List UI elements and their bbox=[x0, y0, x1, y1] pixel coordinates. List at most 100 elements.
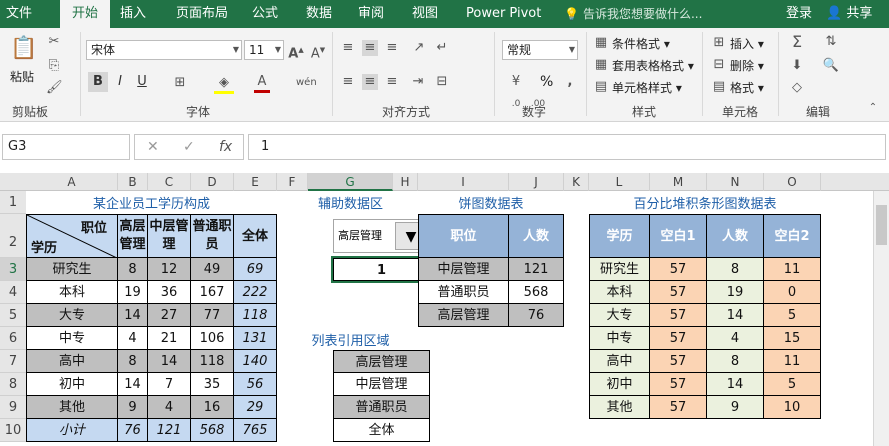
indent-icon[interactable]: ⇥ bbox=[410, 74, 426, 90]
table1-r4-c1[interactable]: 8 bbox=[118, 350, 148, 373]
table1-r6-c1[interactable]: 9 bbox=[118, 396, 148, 419]
col-header-K[interactable]: K bbox=[564, 173, 589, 191]
format-painter-icon[interactable]: 🖌 bbox=[46, 80, 63, 96]
col-header-A[interactable]: A bbox=[26, 173, 118, 191]
stack-r2-c2[interactable]: 14 bbox=[707, 304, 764, 327]
table1-r2-c0[interactable]: 大专 bbox=[26, 304, 118, 327]
stack-r0-c3[interactable]: 11 bbox=[764, 258, 821, 281]
fill-icon[interactable]: ⬇ bbox=[788, 58, 806, 74]
table1-r1-c2[interactable]: 36 bbox=[148, 281, 191, 304]
pie-r0-c1[interactable]: 121 bbox=[509, 258, 564, 281]
percent-button[interactable]: % bbox=[540, 74, 553, 90]
col-header-F[interactable]: F bbox=[277, 173, 308, 191]
align-middle-icon[interactable]: ≡ bbox=[362, 40, 378, 56]
table1-corner-header[interactable]: 职位 学历 bbox=[26, 214, 118, 258]
find-select-icon[interactable]: 🔍 bbox=[822, 58, 840, 74]
orientation-icon[interactable]: ↗ bbox=[410, 40, 428, 56]
row-header-5[interactable]: 5 bbox=[0, 304, 26, 327]
table1-r4-c2[interactable]: 14 bbox=[148, 350, 191, 373]
pie-head-0[interactable]: 职位 bbox=[418, 214, 509, 258]
wrap-text-icon[interactable]: ↵ bbox=[434, 40, 450, 56]
increase-font-icon[interactable]: A▲ bbox=[288, 42, 304, 62]
align-top-icon[interactable]: ≡ bbox=[340, 40, 356, 56]
stack-head-2[interactable]: 人数 bbox=[707, 214, 764, 258]
ribbon-tab-0[interactable]: 文件 bbox=[6, 0, 46, 28]
conditional-format-icon[interactable]: ▦ bbox=[594, 35, 608, 51]
table1-r3-c4[interactable]: 131 bbox=[234, 327, 277, 350]
ribbon-tab-1[interactable]: 开始 bbox=[60, 0, 110, 28]
border-icon[interactable]: ⊞ bbox=[172, 75, 188, 91]
stack-r0-c2[interactable]: 8 bbox=[707, 258, 764, 281]
pie-r1-c1[interactable]: 568 bbox=[509, 281, 564, 304]
table1-r1-c4[interactable]: 222 bbox=[234, 281, 277, 304]
name-box[interactable]: G3 bbox=[2, 134, 130, 160]
pie-r2-c1[interactable]: 76 bbox=[509, 304, 564, 327]
table1-r5-c0[interactable]: 初中 bbox=[26, 373, 118, 396]
ribbon-tab-2[interactable]: 插入 bbox=[120, 0, 160, 28]
table1-r6-c4[interactable]: 29 bbox=[234, 396, 277, 419]
col-header-E[interactable]: E bbox=[234, 173, 277, 191]
align-bottom-icon[interactable]: ≡ bbox=[384, 40, 400, 56]
share-button[interactable]: 👤 共享 bbox=[826, 0, 872, 28]
clear-icon[interactable]: ◇ bbox=[788, 80, 806, 96]
table1-r5-c2[interactable]: 7 bbox=[148, 373, 191, 396]
stack-r3-c2[interactable]: 4 bbox=[707, 327, 764, 350]
function-icon[interactable]: fx bbox=[219, 139, 232, 155]
stack-r6-c0[interactable]: 其他 bbox=[589, 396, 650, 419]
stack-r3-c3[interactable]: 15 bbox=[764, 327, 821, 350]
table1-col-head-2[interactable]: 普通职员 bbox=[191, 214, 234, 258]
stack-r5-c0[interactable]: 初中 bbox=[589, 373, 650, 396]
list-ref-item-3[interactable]: 全体 bbox=[333, 419, 430, 442]
stack-head-1[interactable]: 空白1 bbox=[650, 214, 707, 258]
table1-r0-c1[interactable]: 8 bbox=[118, 258, 148, 281]
table1-r2-c3[interactable]: 77 bbox=[191, 304, 234, 327]
stack-r4-c1[interactable]: 57 bbox=[650, 350, 707, 373]
stack-r4-c2[interactable]: 8 bbox=[707, 350, 764, 373]
ribbon-tab-8[interactable]: Power Pivot bbox=[466, 0, 546, 28]
table1-r0-c4[interactable]: 69 bbox=[234, 258, 277, 281]
stack-r0-c0[interactable]: 研究生 bbox=[589, 258, 650, 281]
format-as-table-button[interactable]: 套用表格格式 ▾ bbox=[612, 57, 694, 74]
stack-r3-c0[interactable]: 中专 bbox=[589, 327, 650, 350]
ribbon-tab-3[interactable]: 页面布局 bbox=[176, 0, 236, 28]
row-header-7[interactable]: 7 bbox=[0, 350, 26, 373]
table1-r2-c2[interactable]: 27 bbox=[148, 304, 191, 327]
cell-styles-icon[interactable]: ▤ bbox=[594, 79, 608, 95]
list-ref-item-0[interactable]: 高层管理 bbox=[333, 350, 430, 373]
table1-col-head-3[interactable]: 全体 bbox=[234, 214, 277, 258]
row-header-2[interactable]: 2 bbox=[0, 214, 26, 258]
ribbon-tab-5[interactable]: 数据 bbox=[306, 0, 342, 28]
table1-r4-c4[interactable]: 140 bbox=[234, 350, 277, 373]
formula-input[interactable]: 1 bbox=[248, 134, 886, 160]
row-header-1[interactable]: 1 bbox=[0, 191, 26, 214]
table1-col-head-0[interactable]: 高层管理 bbox=[118, 214, 148, 258]
stack-r3-c1[interactable]: 57 bbox=[650, 327, 707, 350]
pie-r1-c0[interactable]: 普通职员 bbox=[418, 281, 509, 304]
table1-r3-c2[interactable]: 21 bbox=[148, 327, 191, 350]
table1-total-c4[interactable]: 765 bbox=[234, 419, 277, 442]
stack-r6-c2[interactable]: 9 bbox=[707, 396, 764, 419]
row-header-6[interactable]: 6 bbox=[0, 327, 26, 350]
col-header-L[interactable]: L bbox=[589, 173, 650, 191]
table1-r5-c1[interactable]: 14 bbox=[118, 373, 148, 396]
stack-r2-c1[interactable]: 57 bbox=[650, 304, 707, 327]
table1-r5-c3[interactable]: 35 bbox=[191, 373, 234, 396]
col-header-B[interactable]: B bbox=[118, 173, 148, 191]
table1-total-c0[interactable]: 小计 bbox=[26, 419, 118, 442]
table1-r1-c1[interactable]: 19 bbox=[118, 281, 148, 304]
fill-color-icon[interactable]: ◈ bbox=[214, 75, 234, 94]
table1-r4-c3[interactable]: 118 bbox=[191, 350, 234, 373]
stack-r1-c1[interactable]: 57 bbox=[650, 281, 707, 304]
phonetic-icon[interactable]: wén bbox=[296, 75, 317, 91]
stack-r5-c2[interactable]: 14 bbox=[707, 373, 764, 396]
insert-cells-button[interactable]: 插入 ▾ bbox=[730, 35, 764, 52]
paste-icon[interactable]: 📋 bbox=[10, 34, 37, 64]
font-name-select[interactable]: 宋体 ▼ bbox=[86, 40, 242, 60]
copy-icon[interactable]: ⎘ bbox=[46, 58, 62, 74]
list-ref-item-2[interactable]: 普通职员 bbox=[333, 396, 430, 419]
table1-r3-c1[interactable]: 4 bbox=[118, 327, 148, 350]
delete-cells-button[interactable]: 删除 ▾ bbox=[730, 57, 764, 74]
table1-r6-c3[interactable]: 16 bbox=[191, 396, 234, 419]
row-header-4[interactable]: 4 bbox=[0, 281, 26, 304]
col-header-G[interactable]: G bbox=[308, 173, 393, 191]
